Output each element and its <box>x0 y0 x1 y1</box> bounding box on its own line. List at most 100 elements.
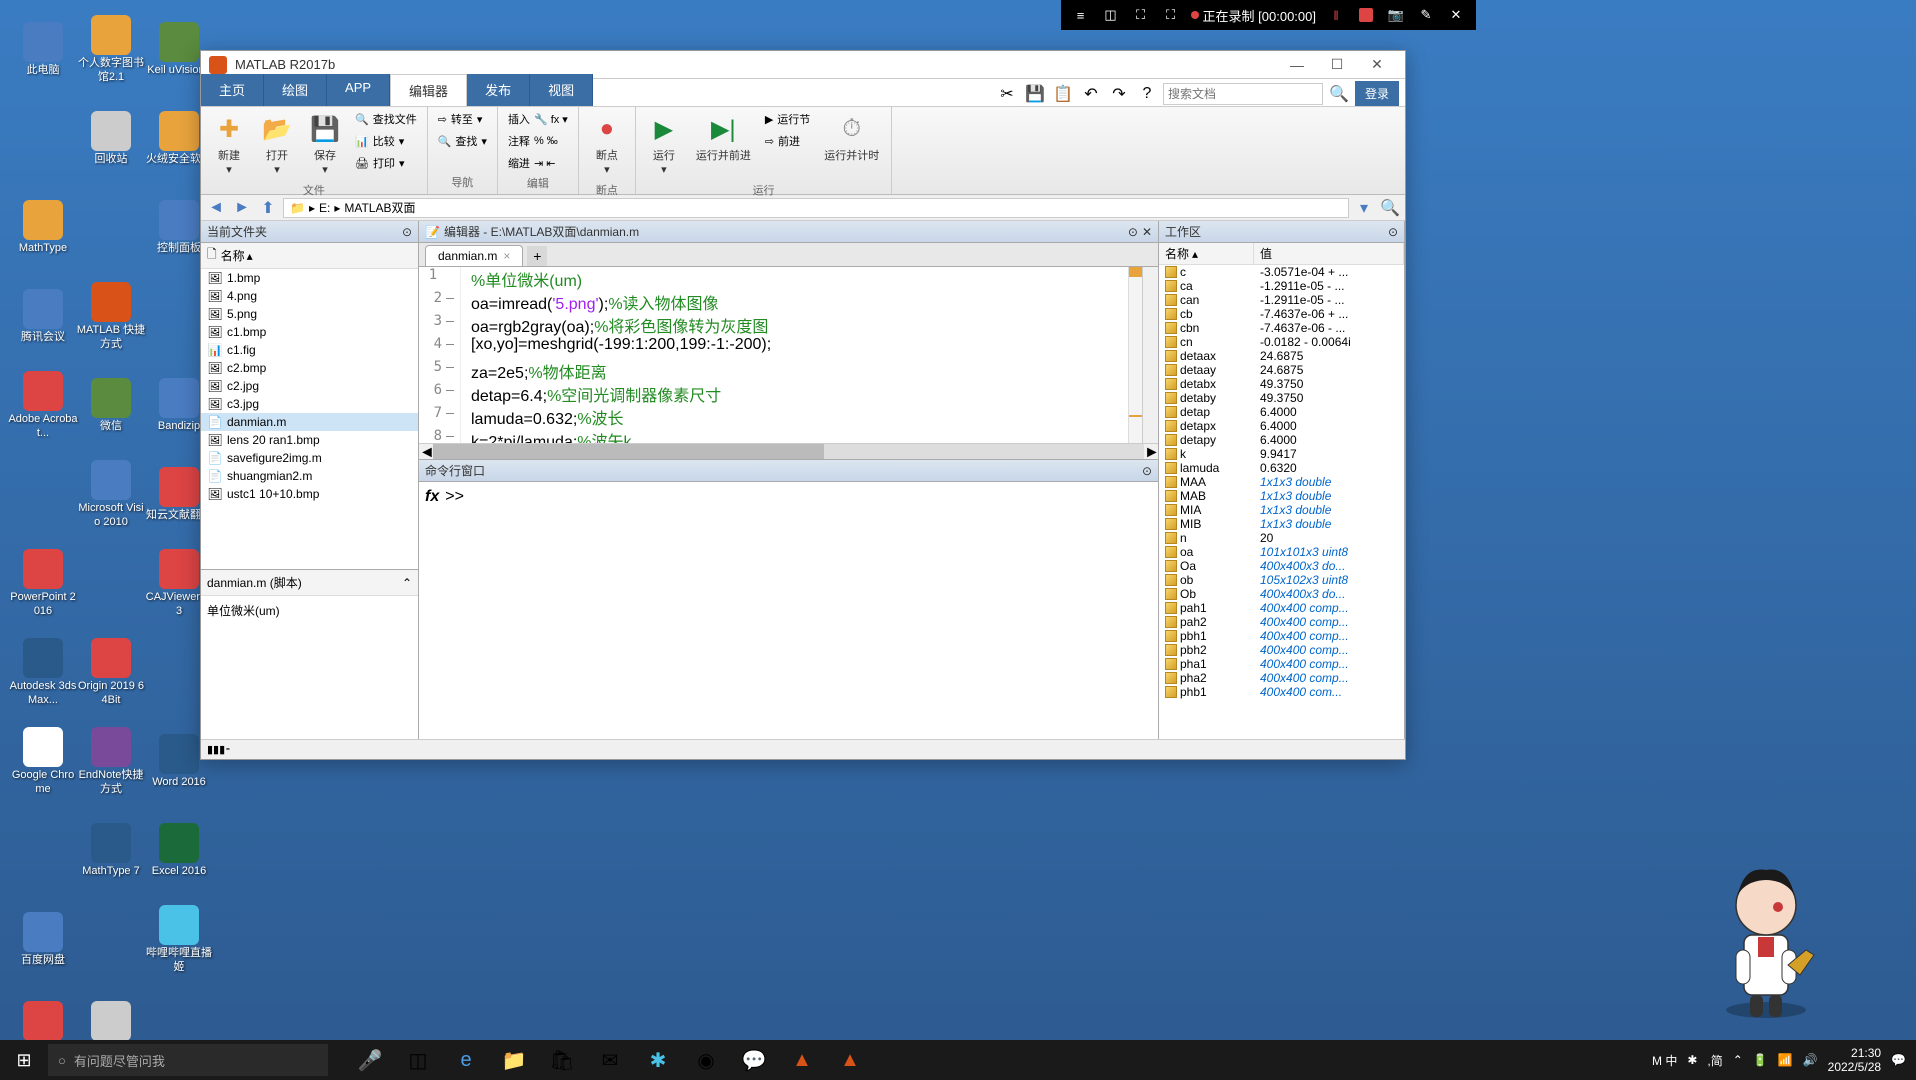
findfiles-button[interactable]: 🔍查找文件 <box>351 109 421 129</box>
file-item[interactable]: 🖼c3.jpg <box>201 395 418 413</box>
workspace-variable[interactable]: pah2400x400 comp... <box>1159 615 1404 629</box>
desktop-shortcut[interactable]: MATLAB 快捷方式 <box>75 274 147 359</box>
cut-icon[interactable]: ✂ <box>995 82 1019 106</box>
find-button[interactable]: 🔍查找▾ <box>434 131 491 151</box>
file-item[interactable]: 📄savefigure2img.m <box>201 449 418 467</box>
workspace-options-icon[interactable]: ⊙ <box>1388 225 1398 239</box>
ribbon-tab[interactable]: 发布 <box>467 74 530 106</box>
workspace-variable[interactable]: detaax24.6875 <box>1159 349 1404 363</box>
help-icon[interactable]: ? <box>1135 82 1159 106</box>
desktop-shortcut[interactable]: PowerPoint 2016 <box>7 541 79 626</box>
comment-button[interactable]: 注释 % ‰ <box>504 131 572 151</box>
crop-icon[interactable]: ◫ <box>1101 5 1121 25</box>
file-item[interactable]: 📄shuangmian2.m <box>201 467 418 485</box>
up-button[interactable]: ⬆ <box>257 197 279 219</box>
desktop-shortcut[interactable]: MathType <box>7 185 79 270</box>
wechat-icon[interactable]: 💬 <box>732 1040 776 1080</box>
workspace-variable[interactable]: phb1400x400 com... <box>1159 685 1404 699</box>
path-dropdown-button[interactable]: ▾ <box>1353 197 1375 219</box>
mic-icon[interactable]: 🎤 <box>348 1040 392 1080</box>
workspace-variable[interactable]: detapy6.4000 <box>1159 433 1404 447</box>
tray-icon[interactable]: ✱ <box>1687 1053 1697 1067</box>
maximize-button[interactable]: ☐ <box>1317 53 1357 77</box>
ribbon-tab[interactable]: 主页 <box>201 74 264 106</box>
workspace-variable[interactable]: detaay24.6875 <box>1159 363 1404 377</box>
workspace-variable[interactable]: cbn-7.4637e-06 - ... <box>1159 321 1404 335</box>
notifications-icon[interactable]: 💬 <box>1891 1053 1906 1067</box>
workspace-variable[interactable]: pbh2400x400 comp... <box>1159 643 1404 657</box>
new-button[interactable]: ✚新建▾ <box>207 109 251 180</box>
ime-indicator[interactable]: M 中 <box>1652 1052 1677 1069</box>
workspace-variable[interactable]: k9.9417 <box>1159 447 1404 461</box>
undo-icon[interactable]: ↶ <box>1079 82 1103 106</box>
panel-options-icon[interactable]: ⊙ <box>402 225 412 239</box>
clock-date[interactable]: 2022/5/28 <box>1828 1060 1881 1074</box>
close-button[interactable]: ✕ <box>1357 53 1397 77</box>
volume-icon[interactable]: 🔊 <box>1803 1053 1818 1067</box>
file-item[interactable]: 🖼ustc1 10+10.bmp <box>201 485 418 503</box>
desktop-shortcut[interactable]: Microsoft Visio 2010 <box>75 452 147 537</box>
desktop-shortcut[interactable]: Google Chrome <box>7 719 79 804</box>
minimize-button[interactable]: — <box>1277 53 1317 77</box>
forward-button[interactable]: ► <box>231 197 253 219</box>
editor-add-tab-button[interactable]: + <box>527 246 547 266</box>
path-folder[interactable]: MATLAB双面 <box>344 199 415 216</box>
desktop-shortcut[interactable]: Origin 2019 64Bit <box>75 630 147 715</box>
details-collapse-icon[interactable]: ⌃ <box>402 576 412 590</box>
goto-button[interactable]: ⇨转至▾ <box>434 109 491 129</box>
workspace-variable[interactable]: ob105x102x3 uint8 <box>1159 573 1404 587</box>
desktop-shortcut[interactable]: 腾讯会议 <box>7 274 79 359</box>
code-editor[interactable]: 1 2345678 %单位微米(um)oa=imread('5.png');%读… <box>419 267 1158 443</box>
pause-button[interactable]: ‖ <box>1326 5 1346 25</box>
ribbon-tab[interactable]: APP <box>327 74 390 106</box>
workspace-variable[interactable]: Ob400x400x3 do... <box>1159 587 1404 601</box>
menu-icon[interactable]: ≡ <box>1071 5 1091 25</box>
workspace-variable[interactable]: cb-7.4637e-06 + ... <box>1159 307 1404 321</box>
compare-button[interactable]: 📊比较▾ <box>351 131 421 151</box>
clock-time[interactable]: 21:30 <box>1828 1046 1881 1060</box>
desktop-shortcut[interactable]: Excel 2016 <box>143 808 215 893</box>
file-item[interactable]: 📊c1.fig <box>201 341 418 359</box>
resize-icon[interactable]: ⛶ <box>1131 5 1151 25</box>
desktop-shortcut[interactable]: 此电脑 <box>7 7 79 92</box>
store-icon[interactable]: 🛍 <box>540 1040 584 1080</box>
editor-file-tab[interactable]: danmian.m × <box>425 245 523 266</box>
breakpoint-button[interactable]: ●断点▾ <box>585 109 629 180</box>
expand-icon[interactable]: ⛶ <box>1161 5 1181 25</box>
workspace-variable[interactable]: MIB1x1x3 double <box>1159 517 1404 531</box>
workspace-variable[interactable]: lamuda0.6320 <box>1159 461 1404 475</box>
file-item[interactable]: 🖼c2.bmp <box>201 359 418 377</box>
search-docs-input[interactable] <box>1163 83 1323 105</box>
desktop-shortcut[interactable]: Adobe Acrobat... <box>7 363 79 448</box>
workspace-variable[interactable]: detaby49.3750 <box>1159 391 1404 405</box>
wifi-icon[interactable]: 📶 <box>1778 1053 1793 1067</box>
workspace-variable[interactable]: c-3.0571e-04 + ... <box>1159 265 1404 279</box>
workspace-variable[interactable]: detapx6.4000 <box>1159 419 1404 433</box>
ws-value-column[interactable]: 值 <box>1254 243 1404 264</box>
back-button[interactable]: ◄ <box>205 197 227 219</box>
vertical-scrollbar[interactable] <box>1142 267 1158 443</box>
desktop-shortcut[interactable]: MathType 7 <box>75 808 147 893</box>
file-item[interactable]: 📄danmian.m <box>201 413 418 431</box>
workspace-variable[interactable]: detap6.4000 <box>1159 405 1404 419</box>
workspace-variable[interactable]: n20 <box>1159 531 1404 545</box>
camera-icon[interactable]: 📷 <box>1386 5 1406 25</box>
print-button[interactable]: 🖨打印▾ <box>351 153 421 173</box>
run-advance-button[interactable]: ▶|运行并前进 <box>690 109 757 167</box>
search-icon[interactable]: 🔍 <box>1327 82 1351 106</box>
login-button[interactable]: 登录 <box>1355 81 1399 106</box>
desktop-shortcut[interactable]: 回收站 <box>75 96 147 181</box>
indent-button[interactable]: 缩进 ⇥ ⇤ <box>504 153 572 173</box>
file-item[interactable]: 🖼lens 20 ran1.bmp <box>201 431 418 449</box>
file-item[interactable]: 🖼4.png <box>201 287 418 305</box>
file-item[interactable]: 🖼1.bmp <box>201 269 418 287</box>
workspace-variable[interactable]: MIA1x1x3 double <box>1159 503 1404 517</box>
workspace-variable[interactable]: pah1400x400 comp... <box>1159 601 1404 615</box>
ribbon-tab[interactable]: 编辑器 <box>390 74 467 106</box>
advance-button[interactable]: ⇨前进 <box>761 131 814 151</box>
redo-icon[interactable]: ↷ <box>1107 82 1131 106</box>
task-view-icon[interactable]: ◫ <box>396 1040 440 1080</box>
command-window[interactable]: fx >> <box>419 482 1158 739</box>
desktop-shortcut[interactable]: EndNote快捷方式 <box>75 719 147 804</box>
stop-button[interactable] <box>1356 5 1376 25</box>
